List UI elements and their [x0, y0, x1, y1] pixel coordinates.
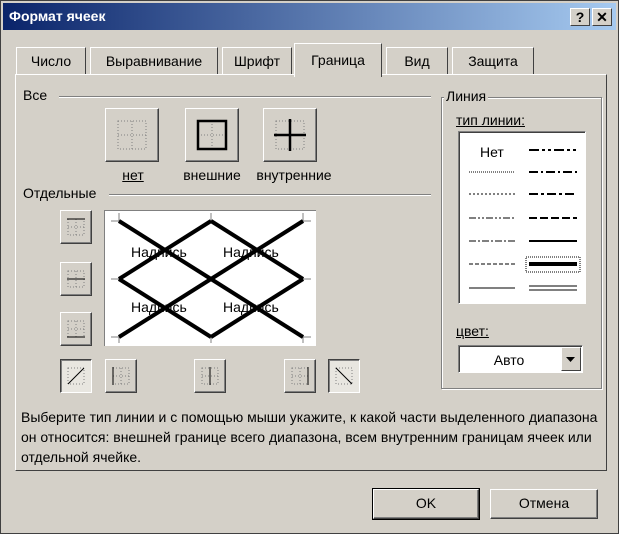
- presets-group-label: Все: [21, 87, 50, 103]
- ok-button[interactable]: OK: [372, 488, 480, 520]
- preset-inside-button[interactable]: [263, 108, 317, 162]
- tab-protection[interactable]: Защита: [452, 47, 534, 74]
- border-horizontal-icon: [67, 270, 85, 288]
- border-horizontal-inside-button[interactable]: [60, 262, 92, 296]
- border-left-button[interactable]: [105, 359, 137, 393]
- border-outline-icon: [196, 119, 228, 151]
- preset-inside-label: внутренние: [256, 167, 332, 183]
- preview-cell-text: Надпись: [131, 244, 187, 260]
- line-color-select[interactable]: Авто: [458, 345, 583, 373]
- line-color-value: Авто: [493, 352, 525, 368]
- format-cells-dialog: Формат ячеек ? ✕ Число Выравнивание Шриф…: [0, 0, 619, 534]
- border-group-label: Отдельные: [21, 185, 99, 201]
- border-diagonal-up-button[interactable]: [60, 359, 92, 393]
- instruction-text: Выберите тип линии и с помощью мыши укаж…: [21, 409, 598, 465]
- border-top-button[interactable]: [60, 210, 92, 244]
- border-vertical-inside-button[interactable]: [194, 359, 226, 393]
- line-style-label: тип линии:: [456, 112, 525, 128]
- cancel-button[interactable]: Отмена: [490, 489, 598, 519]
- line-group-label: Линия: [444, 88, 489, 104]
- preset-outline-button[interactable]: [185, 108, 239, 162]
- preview-cell-text: Надпись: [223, 244, 279, 260]
- line-styles-canvas: [469, 149, 581, 291]
- tab-number[interactable]: Число: [16, 47, 86, 74]
- tab-view[interactable]: Вид: [386, 47, 448, 74]
- preset-none-button[interactable]: [105, 108, 159, 162]
- preset-none-label: нет: [122, 167, 144, 183]
- border-bottom-icon: [67, 320, 85, 338]
- border-right-icon: [291, 367, 309, 385]
- line-color-label: цвет:: [456, 323, 489, 339]
- border-bottom-button[interactable]: [60, 312, 92, 346]
- border-vertical-icon: [201, 367, 219, 385]
- line-color-dropdown-button[interactable]: [561, 347, 581, 371]
- tab-border[interactable]: Граница: [294, 43, 382, 77]
- close-button[interactable]: ✕: [592, 8, 612, 26]
- preset-outline-label: внешние: [183, 167, 241, 183]
- presets-divider: [59, 96, 431, 98]
- diagonal-up-icon: [67, 367, 85, 385]
- title-bar[interactable]: Формат ячеек ? ✕: [3, 3, 616, 30]
- chevron-down-icon: [566, 357, 575, 362]
- preview-cell-text: Надпись: [131, 299, 187, 315]
- line-style-list[interactable]: Нет: [458, 131, 586, 304]
- preview-canvas: [111, 213, 311, 343]
- tab-alignment[interactable]: Выравнивание: [90, 47, 218, 74]
- window-title: Формат ячеек: [9, 8, 106, 24]
- border-none-icon: [117, 120, 147, 150]
- help-button[interactable]: ?: [570, 8, 590, 26]
- border-preview[interactable]: Надпись Надпись Надпись Надпись: [104, 210, 316, 346]
- border-inside-icon: [274, 119, 306, 151]
- border-divider: [109, 194, 431, 196]
- preview-cell-text: Надпись: [223, 299, 279, 315]
- tab-font[interactable]: Шрифт: [222, 47, 292, 74]
- border-left-icon: [112, 367, 130, 385]
- border-top-icon: [67, 218, 85, 236]
- border-diagonal-down-button[interactable]: [328, 359, 360, 393]
- border-right-button[interactable]: [284, 359, 316, 393]
- diagonal-down-icon: [335, 367, 353, 385]
